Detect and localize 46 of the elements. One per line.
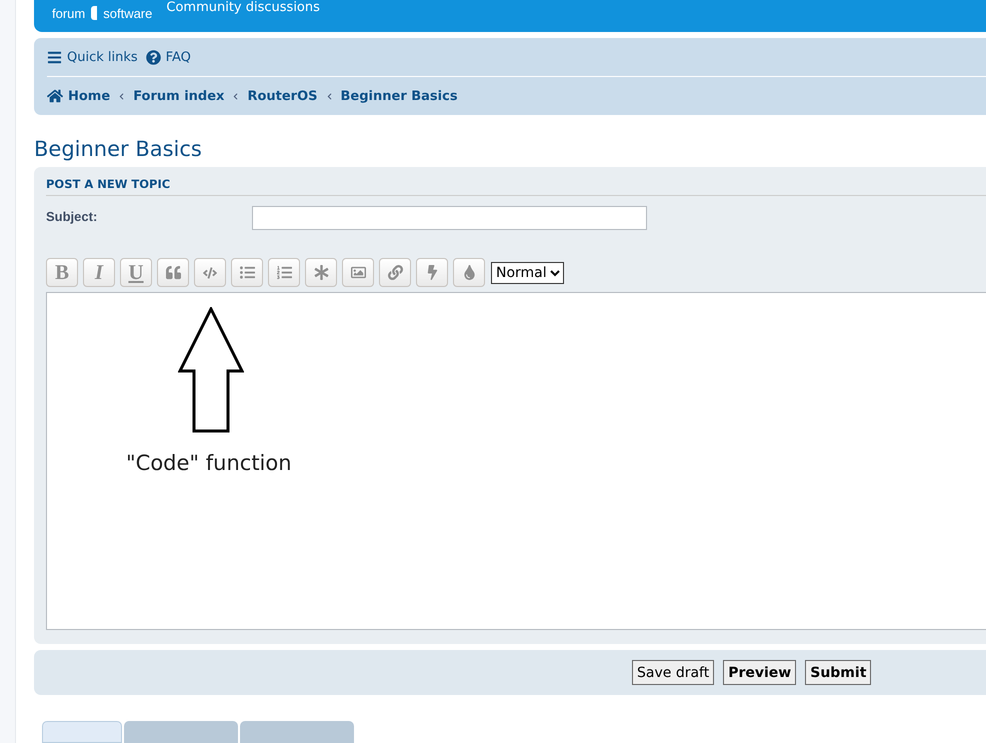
form-heading: POST A NEW TOPIC (46, 177, 986, 196)
logo-mark-icon (91, 6, 98, 20)
quote-icon (166, 265, 180, 280)
toolbar-button[interactable] (268, 258, 300, 288)
help-icon (146, 50, 161, 65)
breadcrumb-link[interactable]: Forum index (133, 88, 224, 104)
toolbar-button[interactable] (342, 258, 374, 288)
toolbar-button[interactable] (453, 258, 485, 288)
form-button[interactable]: Save draft (632, 660, 714, 686)
site-tagline: Community discussions (166, 1, 320, 16)
menu-icon (47, 50, 62, 65)
numbered-list-icon (276, 265, 292, 280)
drop-icon (462, 265, 476, 280)
toolbar-button[interactable] (305, 258, 337, 288)
form-button[interactable]: Submit (805, 660, 872, 686)
subject-label: Subject: (46, 208, 98, 224)
nav-link[interactable]: Quick links (47, 50, 138, 65)
italic-button[interactable]: I (83, 258, 115, 288)
chevron-icon (118, 92, 126, 100)
code-icon (203, 266, 217, 280)
logo-text: forum (52, 7, 86, 20)
toolbar-button[interactable] (379, 258, 411, 288)
chevron-icon (326, 92, 332, 100)
page-title: Beginner Basics (34, 137, 203, 162)
breadcrumb-link[interactable]: Beginner Basics (340, 88, 458, 104)
toolbar-button[interactable] (416, 258, 448, 288)
breadcrumb-link[interactable]: RouterOS (247, 88, 318, 104)
home-icon (47, 88, 63, 104)
image-icon (350, 265, 366, 280)
list-icon (240, 265, 254, 280)
subject-field[interactable] (252, 206, 647, 230)
form-button[interactable]: Preview (723, 660, 796, 686)
link-icon (388, 265, 402, 280)
font-size-select[interactable]: Normal (491, 262, 564, 284)
asterisk-icon (314, 265, 328, 280)
bold-button[interactable]: B (46, 258, 78, 288)
toolbar-button[interactable] (231, 258, 263, 288)
logo-text: software (103, 7, 152, 20)
nav-link[interactable]: FAQ (146, 50, 191, 65)
chevron-icon (232, 92, 240, 100)
message-textarea[interactable]: "Code" function (46, 292, 986, 630)
toolbar-button[interactable] (157, 258, 189, 288)
underline-button[interactable]: U (120, 258, 152, 288)
annotation-text: "Code" function (126, 451, 292, 476)
toolbar-button[interactable] (194, 258, 226, 288)
breadcrumb-link[interactable]: Home (47, 88, 110, 104)
